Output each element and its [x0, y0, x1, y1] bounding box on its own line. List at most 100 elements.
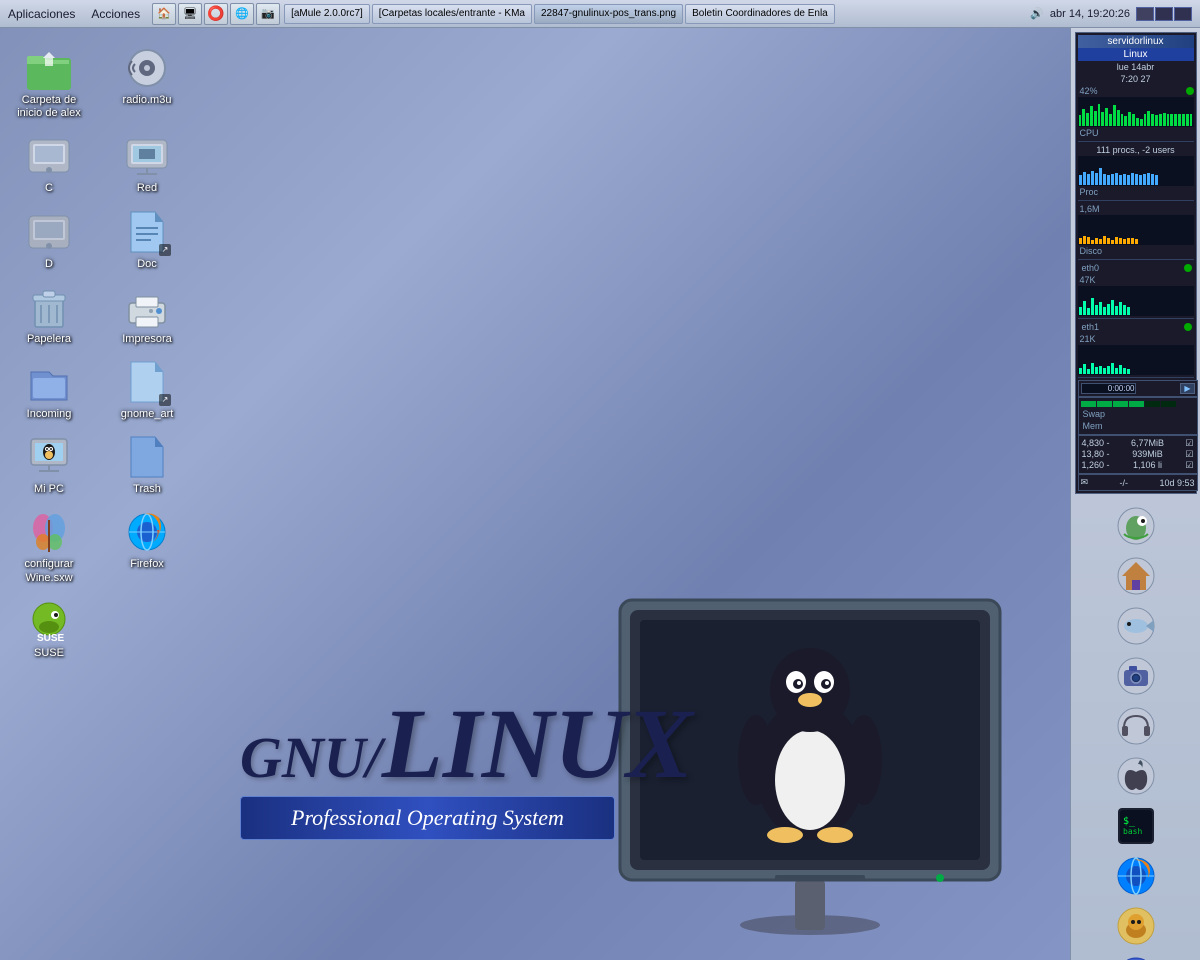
suse-icon: SUSE: [25, 597, 73, 645]
sidebar-icon-amule[interactable]: [1112, 902, 1160, 950]
suse-label: SUSE: [34, 647, 64, 660]
eth-timer-row: ▶: [1081, 383, 1195, 394]
right-panel: servidorlinux Linux lue 14abr 7:20 27 42…: [1070, 28, 1200, 960]
icon-row-7: SUSE SUSE: [4, 593, 94, 664]
stats-2-val: 1,106 li: [1133, 460, 1162, 471]
desktop-icon-suse[interactable]: SUSE SUSE: [4, 593, 94, 664]
gnome-art-arrow: ↗: [159, 394, 171, 406]
swap-bar-row-1: [1081, 401, 1195, 407]
audio-icon: [123, 44, 171, 92]
menu-aplicaciones[interactable]: Aplicaciones: [0, 5, 83, 23]
eth0-graph: [1078, 286, 1194, 316]
sidebar-icon-gnome[interactable]: [1112, 502, 1160, 550]
gnome-art-icon: ↗: [123, 358, 171, 406]
swap-section: Swap Mem: [1078, 397, 1198, 435]
mail-icon: ✉: [1081, 477, 1089, 488]
icon-row-1: C Red: [4, 128, 192, 199]
sidebar-icon-home[interactable]: [1112, 552, 1160, 600]
trash-blue-icon: [123, 433, 171, 481]
sidebar-icon-fish[interactable]: [1112, 602, 1160, 650]
stats-2-check: ☑: [1185, 460, 1193, 471]
desktop-icon-mi-pc[interactable]: Mi PC: [4, 429, 94, 500]
printer-icon: [123, 283, 171, 331]
desktop-icon-incoming[interactable]: Incoming: [4, 354, 94, 425]
incoming-icon: [25, 358, 73, 406]
network-icon: [123, 132, 171, 180]
desktop-icon-papelera[interactable]: Papelera: [4, 279, 94, 350]
proc-label: Proc: [1078, 186, 1194, 198]
desktop-icon-doc[interactable]: ↗ Doc: [102, 204, 192, 275]
firefox-desktop-icon: [123, 508, 171, 556]
svg-text:$_: $_: [1123, 816, 1136, 827]
sidebar-icon-firefox[interactable]: [1112, 852, 1160, 900]
papelera-label: Papelera: [27, 333, 71, 346]
doc-label: Doc: [137, 258, 157, 271]
eth-timer-input[interactable]: [1081, 383, 1136, 394]
mail-widget: ✉ -/- 10d 9:53: [1078, 474, 1198, 491]
stats-line-2: 1,260 - 1,106 li ☑: [1081, 460, 1195, 471]
eth1-val: 21K: [1078, 333, 1194, 345]
trash-label: Trash: [133, 483, 161, 496]
drive-d-label: D: [45, 258, 53, 271]
win-btn-0[interactable]: [aMule 2.0.0rc7]: [284, 4, 370, 24]
sidebar-app-icons: $_ bash: [1112, 498, 1160, 960]
drive-c-icon: [25, 132, 73, 180]
desktop-icon-carpeta-inicio[interactable]: Carpeta deinicio de alex: [4, 40, 94, 124]
quick-camera-btn[interactable]: 📷: [256, 3, 280, 25]
firefox-desktop-label: Firefox: [130, 558, 164, 571]
desktop-icon-firefox[interactable]: Firefox: [102, 504, 192, 575]
sysmon-widget: servidorlinux Linux lue 14abr 7:20 27 42…: [1075, 32, 1197, 494]
desktop-icon-radio[interactable]: radio.m3u: [102, 40, 192, 111]
svg-text:SUSE: SUSE: [37, 633, 65, 644]
proc-section: 111 procs., -2 users: [1078, 144, 1194, 201]
quick-monitor-btn[interactable]: 🖥: [178, 3, 202, 25]
cpu-label: CPU: [1078, 127, 1194, 139]
drive-c-label: C: [45, 182, 53, 195]
desktop-icon-drive-c[interactable]: C: [4, 128, 94, 199]
stats-section: 4,830 - 6,77MiB ☑ 13,80 - 939MiB ☑ 1,260…: [1078, 435, 1198, 474]
quick-home-btn[interactable]: 🏠: [152, 3, 176, 25]
icon-row-0: Carpeta deinicio de alex radio.m3u: [4, 40, 192, 124]
sidebar-icon-email[interactable]: @: [1112, 952, 1160, 960]
sidebar-icon-headphones[interactable]: [1112, 702, 1160, 750]
win-btn-1[interactable]: [Carpetas locales/entrante - KMa: [372, 4, 532, 24]
sidebar-icon-camera[interactable]: [1112, 652, 1160, 700]
wine-label: configurarWine.sxw: [25, 558, 74, 584]
menu-acciones[interactable]: Acciones: [83, 5, 148, 23]
sidebar-icon-terminal[interactable]: $_ bash: [1112, 802, 1160, 850]
desktop-icon-drive-d[interactable]: D: [4, 204, 94, 275]
win-btn-2[interactable]: 22847-gnulinux-pos_trans.png: [534, 4, 683, 24]
clock-display: abr 14, 19:20:26: [1050, 8, 1130, 20]
mi-pc-label: Mi PC: [34, 483, 64, 496]
quick-circle-btn[interactable]: ⭕: [204, 3, 228, 25]
sysmon-time: 7:20 27: [1078, 73, 1194, 85]
impresora-label: Impresora: [122, 333, 172, 346]
stats-1-check: ☑: [1185, 449, 1193, 460]
desktop-icon-red[interactable]: Red: [102, 128, 192, 199]
desktop-icon-gnome-art[interactable]: ↗ gnome_art: [102, 354, 192, 425]
proc-info: 111 procs., -2 users: [1078, 144, 1194, 156]
stats-0-val: 6,77MiB: [1131, 438, 1164, 449]
stats-2-label: 1,260 -: [1082, 460, 1110, 471]
menu-items: Aplicaciones Acciones: [0, 5, 148, 23]
stats-line-0: 4,830 - 6,77MiB ☑: [1081, 438, 1195, 449]
red-label: Red: [137, 182, 157, 195]
desktop-icon-configurar-wine[interactable]: configurarWine.sxw: [4, 504, 94, 588]
clock-area: 🔊 abr 14, 19:20:26: [1030, 7, 1192, 21]
sidebar-icon-apple[interactable]: [1112, 752, 1160, 800]
mail-val: -/-: [1120, 478, 1129, 488]
quick-globe-btn[interactable]: 🌐: [230, 3, 254, 25]
win-btn-3[interactable]: Boletin Coordinadores de Enla: [685, 4, 835, 24]
desktop-icon-impresora[interactable]: Impresora: [102, 279, 192, 350]
volume-icon[interactable]: 🔊: [1030, 7, 1044, 20]
doc-arrow: ↗: [159, 244, 171, 256]
icon-row-2: D ↗ Doc: [4, 204, 192, 275]
eth-reset-btn[interactable]: ▶: [1180, 383, 1194, 394]
eth1-section: eth1 21K: [1078, 321, 1194, 378]
incoming-label: Incoming: [27, 408, 72, 421]
icon-row-6: configurarWine.sxw Firefox: [4, 504, 192, 588]
icon-row-5: Mi PC Trash: [4, 429, 192, 500]
eth0-label: eth0: [1080, 262, 1102, 274]
gnu-slash-text: GNU/: [240, 724, 382, 791]
desktop-icon-trash[interactable]: Trash: [102, 429, 192, 500]
